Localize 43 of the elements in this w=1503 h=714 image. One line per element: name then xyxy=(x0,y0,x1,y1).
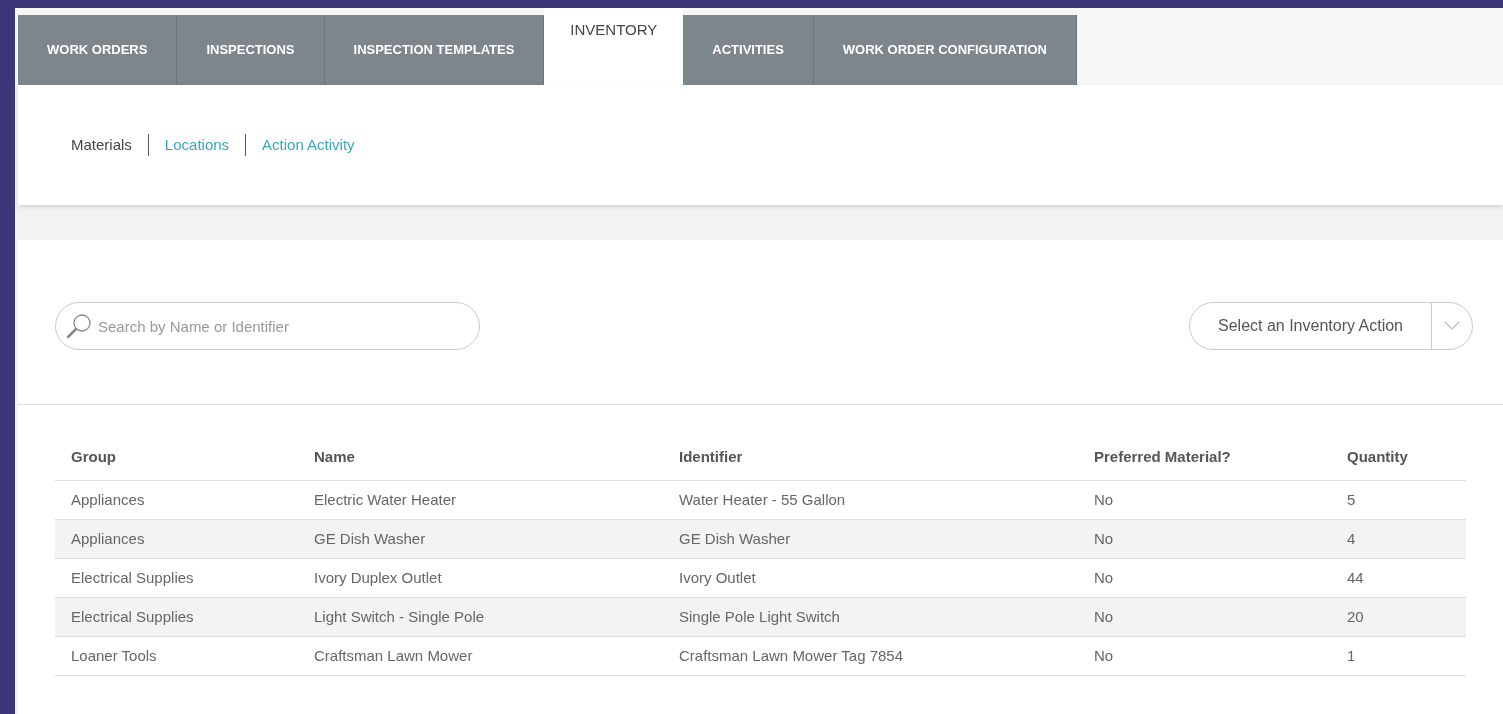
table-cell-text: Water Heater - 55 Gallon xyxy=(678,489,847,510)
column-header: Group xyxy=(70,447,117,468)
table-cell-text: Single Pole Light Switch xyxy=(678,606,841,627)
table-cell-text: Electrical Supplies xyxy=(70,567,195,588)
table-cell-text: Craftsman Lawn Mower Tag 7854 xyxy=(678,645,904,666)
table-cell-text: Loaner Tools xyxy=(70,645,158,666)
search-icon xyxy=(65,312,93,340)
table-cell-text: No xyxy=(1093,489,1115,510)
table-cell-text: Light Switch - Single Pole xyxy=(313,606,486,627)
table-cell-text: Appliances xyxy=(70,489,146,510)
table-cell-text: GE Dish Washer xyxy=(678,528,792,549)
table-cell-text: Ivory Outlet xyxy=(678,567,757,588)
table-cell-text: No xyxy=(1093,606,1115,627)
table-cell-text: GE Dish Washer xyxy=(313,528,427,549)
tab[interactable]: INVENTORY xyxy=(544,8,684,85)
column-header: Identifier xyxy=(678,447,744,468)
column-header: Preferred Material? xyxy=(1093,447,1232,468)
table-cell-text: Electric Water Heater xyxy=(313,489,457,510)
tab[interactable]: INSPECTIONS xyxy=(177,15,325,85)
column-header: Name xyxy=(313,447,356,468)
table-cell-text: 44 xyxy=(1346,567,1365,588)
table-cell-text: 5 xyxy=(1346,489,1357,510)
table-cell-text: Craftsman Lawn Mower xyxy=(313,645,474,666)
subnav-link[interactable]: Locations xyxy=(164,133,230,157)
table-cell-text: Electrical Supplies xyxy=(70,606,195,627)
column-header: Quantity xyxy=(1346,447,1409,468)
tab[interactable]: WORK ORDERS xyxy=(18,15,178,85)
subnav-link[interactable]: Materials xyxy=(71,133,132,157)
table-cell-text: 4 xyxy=(1346,528,1357,549)
tab[interactable]: ACTIVITIES xyxy=(683,15,814,85)
table-cell-text: No xyxy=(1093,528,1115,549)
tab[interactable]: WORK ORDER CONFIGURATION xyxy=(813,15,1077,85)
table-cell-text: 1 xyxy=(1346,645,1357,666)
table-cell-text: Appliances xyxy=(70,528,146,549)
tab[interactable]: INSPECTION TEMPLATES xyxy=(324,15,545,85)
table-cell-text: No xyxy=(1093,567,1115,588)
select-value: Select an Inventory Action xyxy=(1217,316,1404,336)
table-cell-text: No xyxy=(1093,645,1115,666)
subnav-link[interactable]: Action Activity xyxy=(262,133,355,157)
search-field[interactable]: Search by Name or Identifier xyxy=(55,302,480,350)
table-cell-text: 20 xyxy=(1346,606,1365,627)
chevron-down-icon xyxy=(1444,321,1460,331)
table-cell-text: Ivory Duplex Outlet xyxy=(313,567,443,588)
